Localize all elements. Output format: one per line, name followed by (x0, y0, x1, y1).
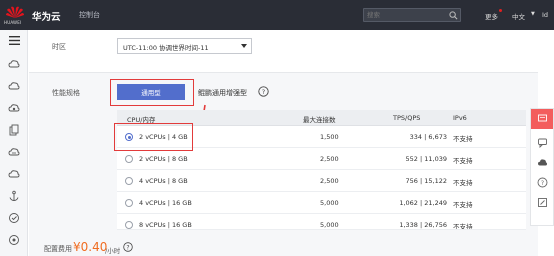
anchor-icon[interactable] (8, 190, 20, 202)
column-header-tps-qps: TPS/QPS (393, 114, 421, 122)
edit-icon[interactable] (537, 197, 548, 208)
message-icon (538, 114, 547, 122)
ipv6-cell: 不支持 (453, 179, 473, 187)
language-switch[interactable]: 中文 (512, 11, 525, 21)
spec-cell: 4 vCPUs | 8 GB (139, 177, 188, 185)
help-icon[interactable]: ? (258, 86, 269, 97)
ipv6-cell: 不支持 (453, 135, 473, 143)
time-zone-label: 时区 (52, 43, 66, 51)
radio-button[interactable] (125, 155, 133, 163)
svg-text:?: ? (262, 88, 265, 96)
help-icon[interactable]: ? (123, 242, 133, 252)
left-sidebar (0, 30, 28, 256)
radio-button[interactable] (125, 177, 133, 185)
radio-button[interactable] (125, 199, 133, 207)
spec-cell: 8 vCPUs | 16 GB (139, 221, 192, 229)
cloud-network-icon[interactable] (8, 168, 20, 180)
chevron-down-icon (241, 44, 247, 48)
general-purpose-tab[interactable]: 通用型 (117, 84, 185, 100)
spec-cell: 2 vCPUs | 8 GB (139, 155, 188, 163)
price-unit: /小时 (105, 247, 121, 255)
settings-circle-icon[interactable] (8, 212, 20, 224)
top-navigation-bar: HUAWEI 华为云 控制台 更多 中文 ▼ Id (0, 0, 554, 30)
cloud-server-icon[interactable] (8, 58, 20, 70)
logo-wordmark: HUAWEI (4, 20, 22, 25)
performance-spec-label: 性能规格 (52, 89, 80, 97)
tps-qps-cell: 1,062 | 21,249 (399, 199, 447, 207)
search-box[interactable] (363, 8, 461, 22)
monitor-icon[interactable] (8, 234, 20, 246)
console-link[interactable]: 控制台 (79, 10, 100, 20)
selected-row-highlight (114, 123, 193, 151)
connections-cell: 5,000 (320, 199, 339, 207)
user-account[interactable]: Id (542, 11, 548, 19)
connections-cell: 5,000 (320, 221, 339, 229)
price-value: ¥0.40 (73, 240, 108, 254)
tps-qps-cell: 756 | 15,122 (405, 177, 447, 185)
document-copy-icon[interactable] (8, 124, 20, 136)
radio-button[interactable] (125, 221, 133, 229)
tps-qps-cell: 334 | 6,673 (409, 133, 447, 141)
cloud-service-icon[interactable] (8, 80, 20, 92)
floating-toolbar: ? (530, 108, 554, 226)
table-row[interactable]: 2 vCPUs | 8 GB 2,500 552 | 11,039 不支持 (117, 148, 526, 170)
ipv6-cell: 不支持 (453, 157, 473, 165)
chevron-down-icon: ▼ (531, 11, 535, 17)
svg-text:?: ? (541, 180, 544, 187)
svg-text:?: ? (126, 244, 129, 251)
cloud-database-icon[interactable] (8, 102, 20, 114)
connections-cell: 2,500 (320, 155, 339, 163)
brand-title[interactable]: 华为云 (32, 9, 61, 23)
kunpeng-enhanced-tab[interactable]: 鲲鹏通用增强型 (198, 88, 247, 98)
chat-icon[interactable] (537, 137, 548, 148)
notification-dot (499, 9, 502, 12)
more-menu[interactable]: 更多 (485, 11, 498, 21)
tps-qps-cell: 552 | 11,039 (405, 155, 447, 163)
cloud-storage-icon[interactable] (8, 146, 20, 158)
search-icon[interactable] (449, 11, 458, 20)
table-row[interactable]: 4 vCPUs | 16 GB 5,000 1,062 | 21,249 不支持 (117, 192, 526, 214)
cloud-icon[interactable] (537, 157, 548, 168)
help-circle-icon[interactable]: ? (537, 177, 548, 188)
column-header-ipv6: IPv6 (453, 114, 467, 122)
ipv6-cell: 不支持 (453, 223, 473, 230)
ipv6-cell: 不支持 (453, 201, 473, 209)
tps-qps-cell: 1,338 | 26,756 (399, 221, 447, 229)
spec-cell: 4 vCPUs | 16 GB (139, 199, 192, 207)
hamburger-menu-icon[interactable] (9, 36, 20, 45)
table-row[interactable]: 4 vCPUs | 8 GB 2,500 756 | 15,122 不支持 (117, 170, 526, 192)
column-header-max-connections: 最大连接数 (303, 116, 336, 124)
huawei-logo-icon[interactable] (5, 5, 25, 19)
time-zone-value: UTC-11:00 协调世界时间-11 (123, 44, 209, 52)
feedback-button[interactable] (531, 109, 553, 129)
connections-cell: 2,500 (320, 177, 339, 185)
search-input[interactable] (367, 10, 447, 20)
table-row[interactable]: 8 vCPUs | 16 GB 5,000 1,338 | 26,756 不支持 (117, 214, 526, 230)
time-zone-select[interactable]: UTC-11:00 协调世界时间-11 (117, 38, 252, 54)
price-label: 配置费用 (44, 245, 72, 253)
connections-cell: 1,500 (320, 133, 339, 141)
